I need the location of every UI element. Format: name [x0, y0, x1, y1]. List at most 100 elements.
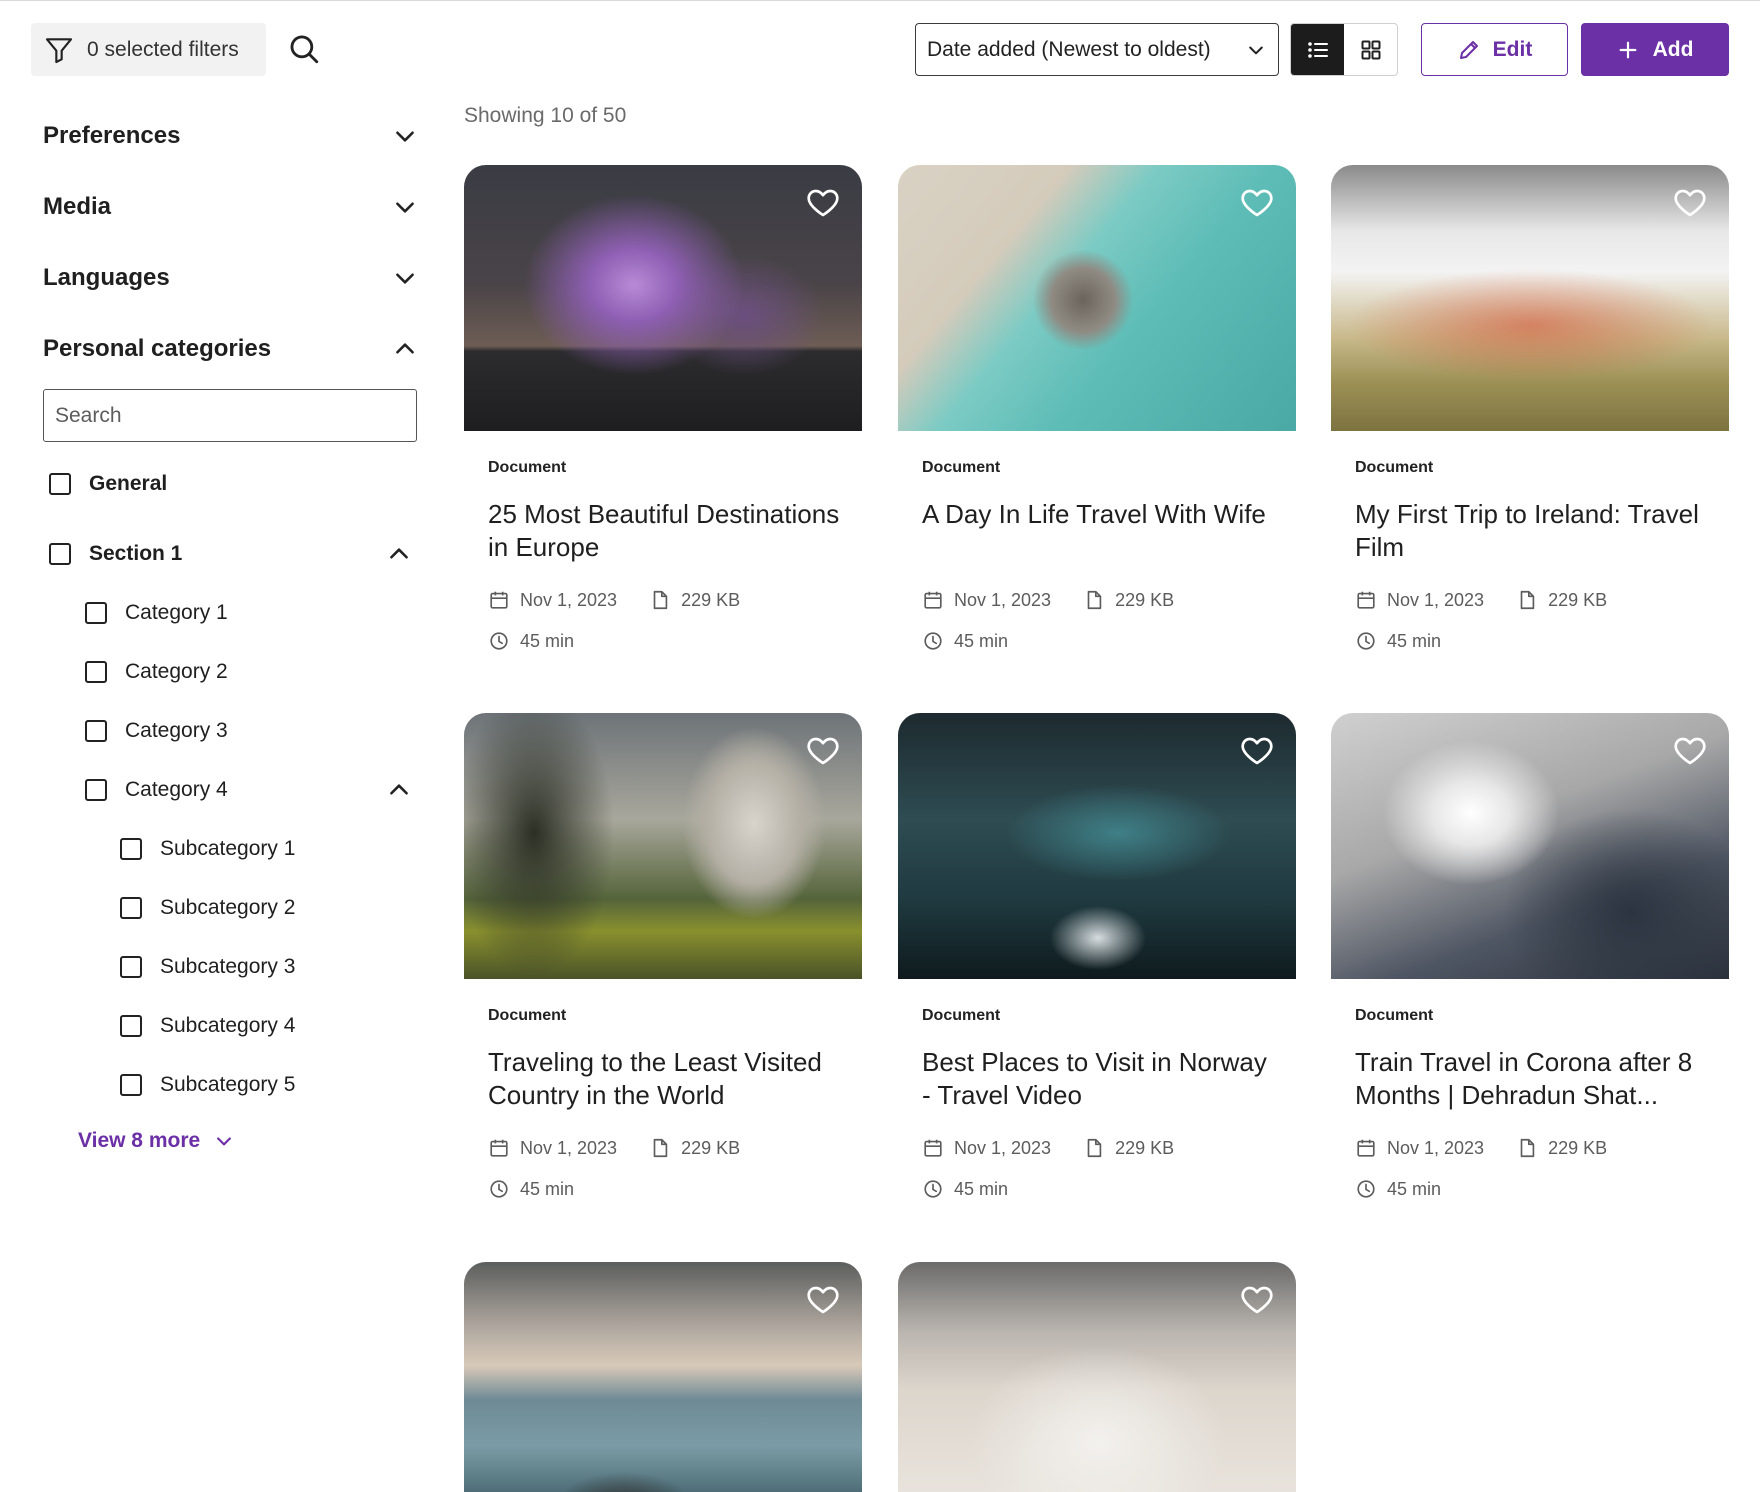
checkbox-label: Section 1 — [89, 542, 183, 565]
checkbox-label: Category 1 — [125, 601, 228, 624]
chevron-up-icon — [390, 784, 408, 795]
content-card: Document Traveling to the Least Visited … — [464, 713, 862, 1199]
checkbox[interactable] — [120, 956, 142, 978]
checkbox[interactable] — [85, 661, 107, 683]
card-title[interactable]: Traveling to the Least Visited Country i… — [488, 1046, 848, 1112]
checkbox[interactable] — [120, 1015, 142, 1037]
edit-button[interactable]: Edit — [1421, 23, 1568, 76]
content-card: Document A Day In Life Travel With Wife … — [898, 165, 1296, 651]
checkbox-subcategory-3[interactable]: Subcategory 3 — [120, 949, 295, 985]
grid-view-button[interactable] — [1344, 24, 1397, 75]
card-title[interactable]: My First Trip to Ireland: Travel Film — [1355, 498, 1715, 564]
file-icon — [653, 1138, 668, 1158]
checkbox-subcategory-5[interactable]: Subcategory 5 — [120, 1067, 295, 1103]
chevron-down-icon — [396, 131, 414, 142]
view-toggle — [1290, 23, 1398, 76]
card-date: Nov 1, 2023 — [1387, 589, 1485, 610]
card-duration: 45 min — [520, 630, 575, 651]
search-button[interactable] — [284, 29, 324, 69]
checkbox-category-2[interactable]: Category 2 — [85, 654, 228, 690]
card-thumbnail[interactable] — [898, 713, 1296, 979]
card-size: 229 KB — [1115, 589, 1175, 610]
card-thumbnail[interactable] — [898, 1262, 1296, 1492]
card-thumbnail[interactable] — [464, 165, 862, 431]
card-meta-row: 45 min — [922, 630, 1008, 652]
heart-icon[interactable] — [1238, 733, 1276, 769]
category-search-input[interactable] — [43, 389, 417, 442]
card-type: Document — [1355, 459, 1434, 476]
heart-icon[interactable] — [1671, 733, 1709, 769]
checkbox[interactable] — [120, 838, 142, 860]
checkbox-label: Subcategory 4 — [160, 1014, 296, 1037]
add-button-label: Add — [1652, 37, 1694, 61]
heart-icon[interactable] — [804, 733, 842, 769]
calendar-icon — [1357, 591, 1375, 609]
checkbox[interactable] — [85, 602, 107, 624]
card-duration: 45 min — [1387, 1178, 1442, 1199]
card-meta-row: 45 min — [922, 1178, 1008, 1200]
section-personal-categories[interactable]: Personal categories — [43, 329, 418, 369]
checkbox-section-1[interactable]: Section 1 — [49, 536, 182, 572]
clock-icon — [490, 632, 508, 650]
section-media-label: Media — [43, 193, 112, 220]
calendar-icon — [490, 591, 508, 609]
card-type: Document — [488, 459, 567, 476]
clock-icon — [1357, 632, 1375, 650]
checkbox-category-1[interactable]: Category 1 — [85, 595, 228, 631]
card-date: Nov 1, 2023 — [520, 589, 618, 610]
checkbox[interactable] — [49, 543, 71, 565]
card-meta-row: 45 min — [1355, 1178, 1441, 1200]
heart-icon[interactable] — [804, 1282, 842, 1318]
section-media[interactable]: Media — [43, 187, 418, 227]
checkbox-label: Subcategory 2 — [160, 896, 296, 919]
calendar-icon — [924, 1139, 942, 1157]
list-view-button[interactable] — [1291, 24, 1344, 75]
heart-icon[interactable] — [1238, 185, 1276, 221]
card-title[interactable]: 25 Most Beautiful Destinations in Europe — [488, 498, 848, 564]
section-preferences[interactable]: Preferences — [43, 116, 418, 156]
card-thumbnail[interactable] — [1331, 713, 1729, 979]
card-title[interactable]: Train Travel in Corona after 8 Months | … — [1355, 1046, 1715, 1112]
file-icon — [653, 590, 668, 610]
card-title[interactable]: Best Places to Visit in Norway - Travel … — [922, 1046, 1282, 1112]
checkbox-category-4[interactable]: Category 4 — [85, 772, 228, 808]
heart-icon[interactable] — [804, 185, 842, 221]
checkbox-label: Category 3 — [125, 719, 228, 742]
section-1-collapse-toggle[interactable] — [384, 539, 414, 569]
checkbox-subcategory-4[interactable]: Subcategory 4 — [120, 1008, 295, 1044]
card-thumbnail[interactable] — [1331, 165, 1729, 431]
card-date: Nov 1, 2023 — [954, 1137, 1052, 1158]
checkbox-general[interactable]: General — [49, 466, 167, 502]
grid-icon — [1361, 40, 1380, 59]
card-thumbnail[interactable] — [464, 713, 862, 979]
checkbox[interactable] — [85, 779, 107, 801]
view-more-link[interactable]: View 8 more — [78, 1124, 234, 1158]
heart-icon[interactable] — [1671, 185, 1709, 221]
card-size: 229 KB — [1115, 1137, 1175, 1158]
pencil-icon — [1459, 40, 1478, 59]
card-meta-row: Nov 1, 2023 229 KB — [488, 1137, 740, 1159]
card-duration: 45 min — [954, 630, 1009, 651]
filters-label: 0 selected filters — [87, 37, 239, 61]
add-button[interactable]: Add — [1581, 23, 1729, 76]
checkbox-subcategory-2[interactable]: Subcategory 2 — [120, 890, 295, 926]
category-4-collapse-toggle[interactable] — [384, 775, 414, 805]
checkbox[interactable] — [85, 720, 107, 742]
filters-button[interactable]: 0 selected filters — [31, 23, 266, 76]
checkbox[interactable] — [120, 1074, 142, 1096]
sort-select[interactable]: Date added (Newest to oldest) — [915, 23, 1279, 76]
card-type: Document — [922, 1007, 1001, 1024]
checkbox[interactable] — [49, 473, 71, 495]
file-icon — [1087, 1138, 1102, 1158]
checkbox-subcategory-1[interactable]: Subcategory 1 — [120, 831, 295, 867]
chevron-down-icon — [1249, 46, 1263, 54]
section-languages[interactable]: Languages — [43, 258, 418, 298]
content-card: Document 25 Most Beautiful Destinations … — [464, 165, 862, 651]
heart-icon[interactable] — [1238, 1282, 1276, 1318]
card-thumbnail[interactable] — [898, 165, 1296, 431]
checkbox-category-3[interactable]: Category 3 — [85, 713, 228, 749]
card-title[interactable]: A Day In Life Travel With Wife — [922, 498, 1282, 531]
card-size: 229 KB — [681, 1137, 741, 1158]
card-thumbnail[interactable] — [464, 1262, 862, 1492]
checkbox[interactable] — [120, 897, 142, 919]
